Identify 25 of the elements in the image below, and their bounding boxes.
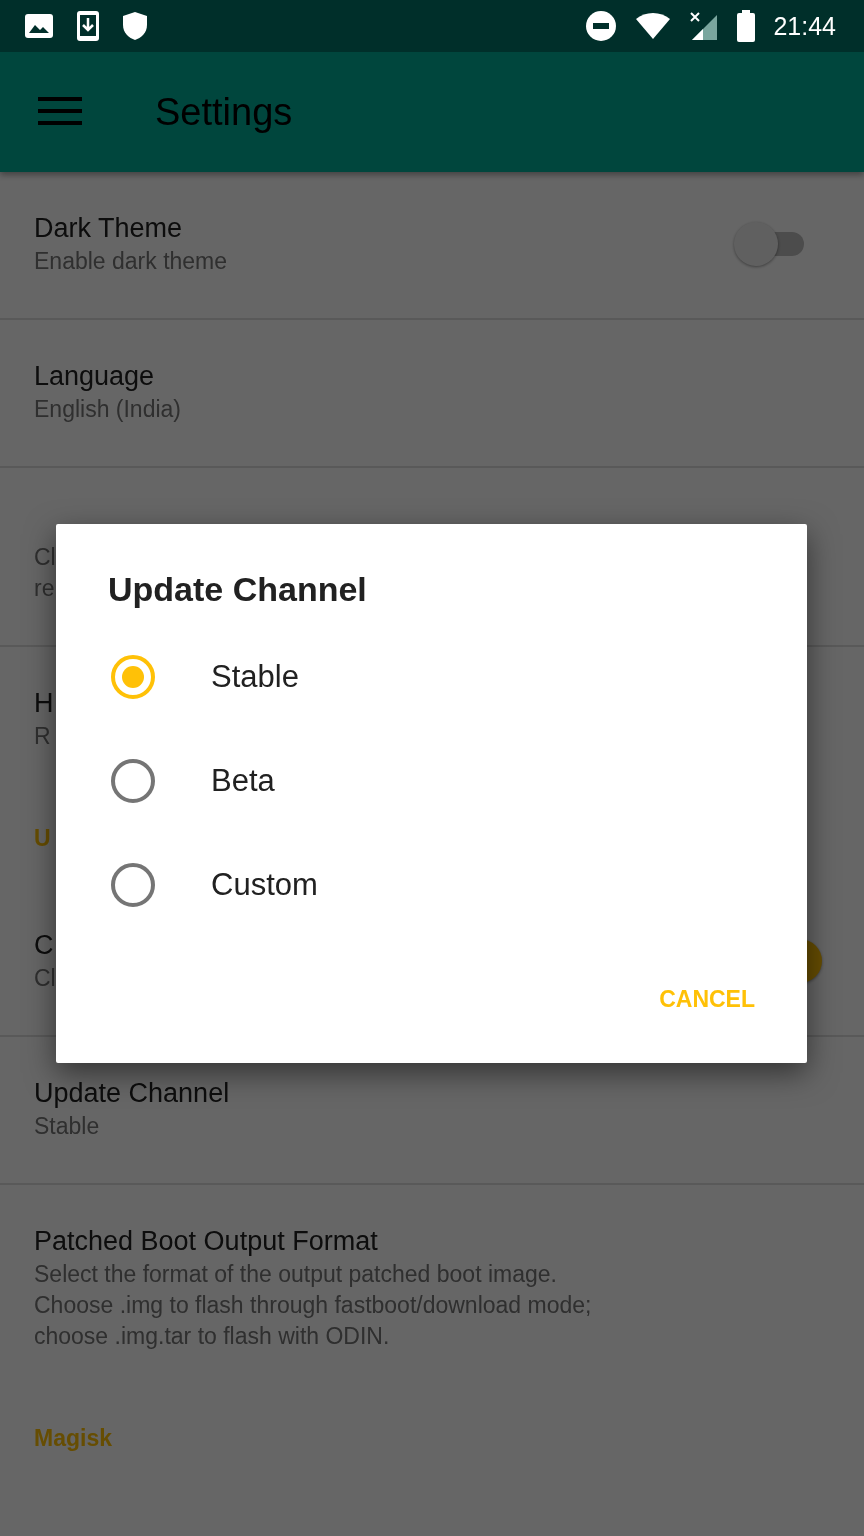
- battery-icon: [737, 10, 756, 42]
- dialog-title: Update Channel: [108, 569, 367, 609]
- image-icon: [24, 13, 54, 39]
- section-header: Magisk: [33, 1424, 113, 1453]
- setting-title: Update Channel: [34, 1077, 230, 1110]
- shield-icon: [122, 11, 148, 41]
- radio-button[interactable]: [111, 655, 155, 699]
- setting-title: Dark Theme: [34, 212, 183, 245]
- signal-icon: [689, 11, 720, 41]
- clock-time: 21:44: [773, 11, 836, 41]
- setting-title: Patched Boot Output Format: [34, 1225, 378, 1258]
- section-header: U: [33, 824, 52, 853]
- option-label[interactable]: Stable: [211, 659, 299, 695]
- setting-title: H: [34, 687, 54, 720]
- download-icon: [76, 10, 100, 42]
- setting-title: Language: [34, 360, 155, 393]
- setting-title: C: [34, 929, 54, 962]
- option-label[interactable]: Beta: [211, 763, 275, 799]
- menu-button[interactable]: [38, 96, 82, 128]
- wifi-icon: [635, 12, 672, 40]
- option-label[interactable]: Custom: [211, 867, 318, 903]
- radio-button[interactable]: [111, 863, 155, 907]
- radio-button[interactable]: [111, 759, 155, 803]
- screen-title: Settings: [155, 90, 293, 134]
- do-not-disturb-icon: [585, 10, 618, 42]
